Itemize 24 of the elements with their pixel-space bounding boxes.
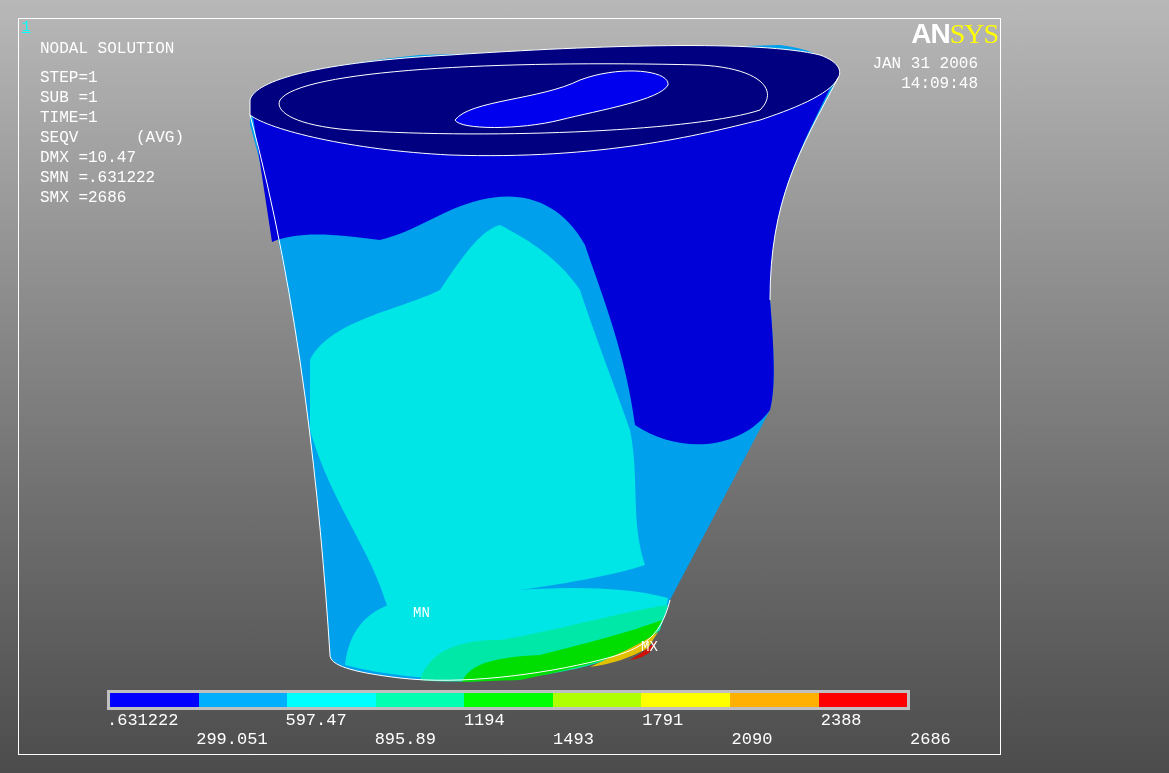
plot-time: 14:09:48 [901,74,978,94]
info-line: SEQV (AVG) [40,128,185,148]
legend-value-label: 1194 [463,711,505,730]
info-line: STEP=1 [40,68,98,88]
legend-value-label: 895.89 [374,730,436,749]
info-line: DMX =10.47 [40,148,136,168]
legend-value-label: 2686 [910,730,951,749]
legend-value-label: 597.47 [285,711,347,730]
max-marker-label: MX [641,639,658,655]
legend-value-label: 2090 [731,730,773,749]
min-marker-label: MN [413,605,430,621]
ansys-logo: ANSYS [911,20,998,50]
plot-title: NODAL SOLUTION [40,39,175,59]
info-line: SMN =.631222 [40,168,156,188]
info-line: SMX =2686 [40,188,127,208]
plot-date: JAN 31 2006 [872,54,978,74]
legend-value-label: 1791 [642,711,684,730]
legend-value-label: 299.051 [196,730,268,749]
window-number: 1 [22,20,31,34]
legend-value-label: 2388 [820,711,862,730]
legend-value-label: .631222 [107,711,179,730]
info-line: SUB =1 [40,88,98,108]
legend-value-label: 1493 [553,730,594,749]
info-line: TIME=1 [40,108,98,128]
